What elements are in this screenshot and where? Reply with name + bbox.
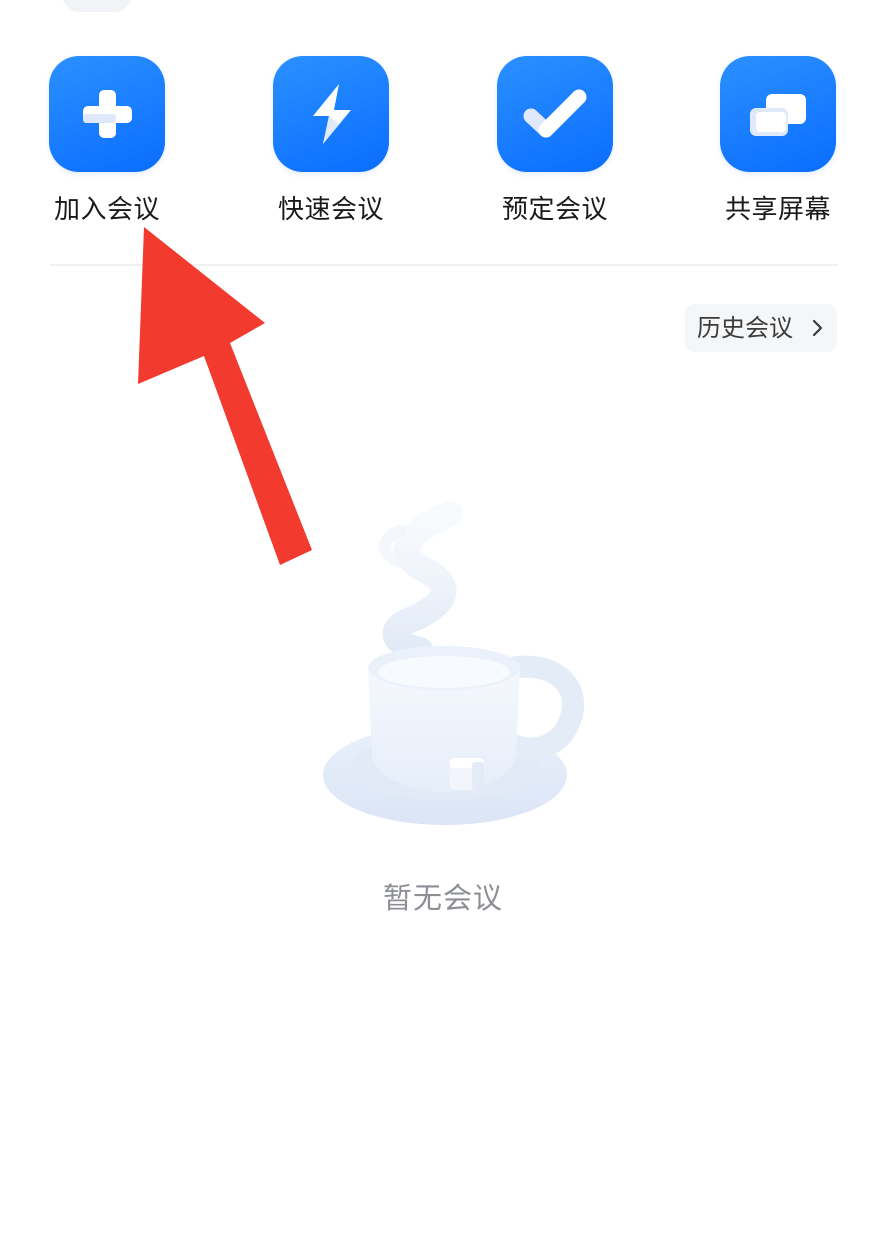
red-arrow-pointer [138,227,312,565]
chevron-right-icon [812,319,823,337]
history-meetings-label: 历史会议 [697,314,793,342]
quick-actions-row: 加入会议 快速会议 预定会议 共享屏幕 [0,56,886,236]
schedule-meeting-button[interactable]: 预定会议 [470,56,640,236]
checkmark-icon [497,56,613,172]
share-screen-label: 共享屏幕 [724,195,831,225]
empty-state-text: 暂无会议 [382,881,503,915]
quick-meeting-button[interactable]: 快速会议 [246,56,416,236]
share-screen-button[interactable]: 共享屏幕 [693,56,863,236]
plus-icon [49,56,165,172]
coffee-cup-illustration [323,501,584,825]
top-partial-element [62,0,132,12]
join-meeting-button[interactable]: 加入会议 [22,56,192,236]
share-screen-icon [720,56,836,172]
schedule-meeting-label: 预定会议 [501,195,608,225]
history-meetings-button[interactable]: 历史会议 [685,304,837,352]
lightning-icon [273,56,389,172]
